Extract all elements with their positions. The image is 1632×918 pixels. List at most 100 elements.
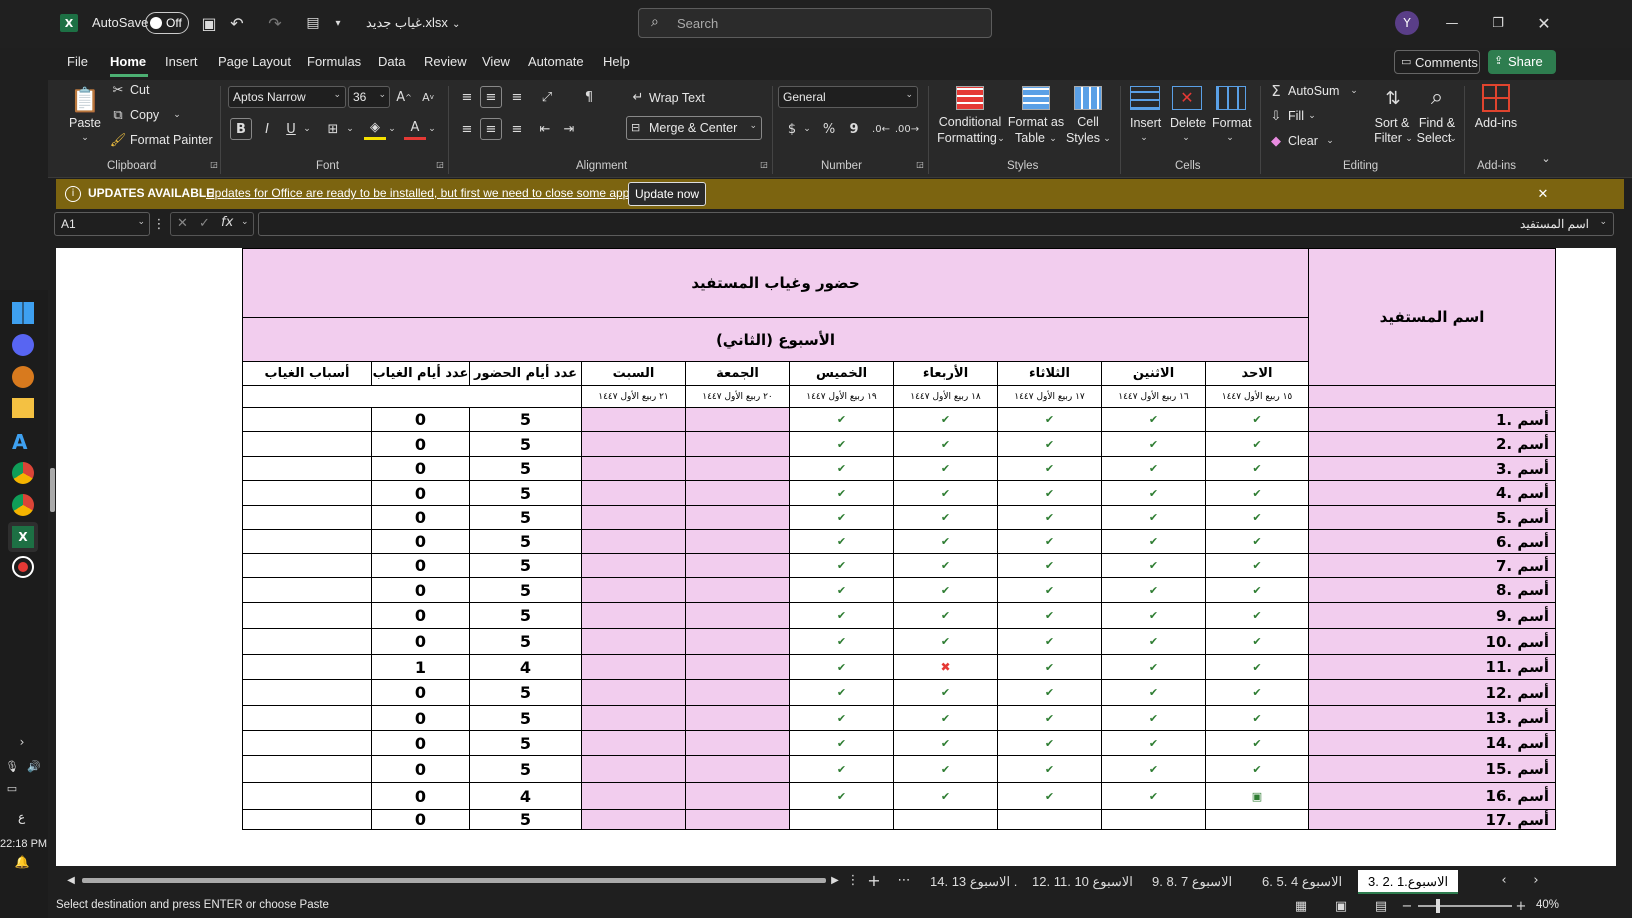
name-column-header[interactable]: اسم المستفيد (1308, 248, 1556, 386)
attendance-mark-cell[interactable]: ✔ (893, 755, 998, 783)
update-now-button[interactable]: Update now (628, 182, 706, 206)
attendance-mark-cell[interactable]: ✔ (893, 529, 998, 554)
record-icon[interactable] (12, 556, 34, 578)
friday-cell[interactable] (685, 577, 790, 603)
tab-scroll-left-icon[interactable]: ‹ (1496, 872, 1512, 888)
present-count-cell[interactable]: 5 (469, 407, 582, 432)
filename-dropdown[interactable]: غياب جديد.xlsx ⌄ (366, 15, 460, 31)
attendance-mark-cell[interactable]: ✔ (1101, 577, 1206, 603)
beneficiary-name-cell[interactable]: 13. أسم (1308, 705, 1556, 731)
attendance-mark-cell[interactable]: ✔ (1205, 480, 1309, 506)
autosave-toggle[interactable]: Off (145, 12, 189, 34)
beneficiary-name-cell[interactable]: 6. أسم (1308, 529, 1556, 554)
horizontal-scrollbar[interactable] (82, 878, 826, 883)
scroll-left-icon[interactable]: ◀ (64, 872, 78, 888)
date-blank-cell[interactable] (242, 385, 582, 408)
format-as-table-label-1[interactable]: Format as (1006, 115, 1066, 129)
attendance-mark-cell[interactable]: ✔ (893, 480, 998, 506)
absence-reason-cell[interactable] (242, 602, 372, 629)
format-as-table-icon[interactable] (1022, 86, 1050, 110)
friday-cell[interactable] (685, 679, 790, 706)
date-sunday[interactable]: ١٥ ربيع الأول ١٤٤٧ (1205, 385, 1309, 408)
scroll-thumb[interactable] (50, 468, 55, 512)
attendance-mark-cell[interactable]: ✔ (789, 577, 894, 603)
align-center-icon[interactable]: ≡ (480, 118, 502, 140)
beneficiary-name-cell[interactable]: 10. أسم (1308, 628, 1556, 655)
page-break-view-icon[interactable]: ▤ (1372, 898, 1390, 914)
find-select-icon[interactable]: ⌕ (1422, 82, 1452, 112)
saturday-cell[interactable] (581, 553, 686, 578)
saturday-cell[interactable] (581, 654, 686, 680)
absence-reason-cell[interactable] (242, 431, 372, 457)
absent-count-cell[interactable]: 0 (371, 755, 470, 783)
saturday-cell[interactable] (581, 782, 686, 810)
attendance-mark-cell[interactable]: ✔ (789, 730, 894, 756)
tab-data[interactable]: Data (378, 54, 405, 69)
attendance-mark-cell[interactable]: ✔ (1101, 407, 1206, 432)
normal-view-icon[interactable]: ▦ (1292, 898, 1310, 914)
attendance-mark-cell[interactable]: ✔ (789, 553, 894, 578)
zoom-out-icon[interactable]: − (1400, 898, 1414, 914)
percent-icon[interactable]: % (818, 118, 840, 140)
add-ins-icon[interactable] (1482, 84, 1510, 112)
absence-reason-cell[interactable] (242, 628, 372, 655)
sheet-title[interactable]: حضور وغياب المستفيد (242, 248, 1309, 318)
zoom-slider[interactable] (1418, 899, 1512, 913)
chevron-down-icon[interactable]: ⌄ (386, 122, 398, 136)
present-count-cell[interactable]: 4 (469, 654, 582, 680)
friday-cell[interactable] (685, 553, 790, 578)
tab-help[interactable]: Help (603, 54, 630, 69)
present-count-cell[interactable]: 5 (469, 553, 582, 578)
attendance-mark-cell[interactable]: ✔ (893, 602, 998, 629)
attendance-mark-cell[interactable]: ✔ (997, 480, 1102, 506)
attendance-mark-cell[interactable]: ✔ (1101, 755, 1206, 783)
sheet-tab-2[interactable]: الاسبوع 4 .5 .6 (1252, 870, 1352, 894)
attendance-mark-cell[interactable]: ✔ (997, 782, 1102, 810)
friday-cell[interactable] (685, 809, 790, 830)
friday-cell[interactable] (685, 431, 790, 457)
dialog-launcher-icon[interactable]: ◲ (914, 158, 926, 170)
saturday-cell[interactable] (581, 505, 686, 530)
present-count-cell[interactable]: 5 (469, 730, 582, 756)
absence-reason-cell[interactable] (242, 529, 372, 554)
attendance-mark-cell[interactable]: ✔ (997, 679, 1102, 706)
update-message-link[interactable]: Updates for Office are ready to be insta… (206, 186, 639, 200)
vertical-scrollbar[interactable] (48, 248, 56, 868)
attendance-mark-cell[interactable]: ✔ (997, 431, 1102, 457)
present-count-cell[interactable]: 5 (469, 755, 582, 783)
saturday-cell[interactable] (581, 431, 686, 457)
tab-scroll-right-icon[interactable]: › (1528, 872, 1544, 888)
friday-cell[interactable] (685, 480, 790, 506)
beneficiary-name-cell[interactable]: 2. أسم (1308, 431, 1556, 457)
attendance-mark-cell[interactable]: ✔ (997, 553, 1102, 578)
paste-icon[interactable]: 📋 (70, 84, 100, 116)
attendance-mark-cell[interactable]: ✔ (893, 553, 998, 578)
attendance-mark-cell[interactable]: ✔ (1101, 730, 1206, 756)
close-icon[interactable]: ✕ (1534, 185, 1552, 203)
attendance-mark-cell[interactable]: ✔ (1101, 529, 1206, 554)
dialog-launcher-icon[interactable]: ◲ (434, 158, 446, 170)
friday-cell[interactable] (685, 602, 790, 629)
chevron-down-icon[interactable]: ⌄ (1324, 134, 1336, 148)
absent-count-cell[interactable]: 0 (371, 505, 470, 530)
tab-formulas[interactable]: Formulas (307, 54, 361, 69)
orientation-icon[interactable]: ⤢ (536, 86, 558, 108)
tab-file[interactable]: File (67, 54, 88, 69)
enter-formula-icon[interactable]: ✓ (199, 216, 210, 231)
attendance-mark-cell[interactable]: ✔ (789, 529, 894, 554)
form-icon[interactable]: ▤ (302, 12, 324, 34)
font-color-icon[interactable]: A (404, 118, 426, 140)
absent-count-cell[interactable]: 0 (371, 628, 470, 655)
attendance-mark-cell[interactable]: ✔ (789, 407, 894, 432)
page-layout-view-icon[interactable]: ▣ (1332, 898, 1350, 914)
language-indicator[interactable]: ع (18, 810, 25, 824)
maximize-icon[interactable]: ❐ (1486, 12, 1510, 34)
absence-reason-cell[interactable] (242, 505, 372, 530)
date-thursday[interactable]: ١٩ ربيع الأول ١٤٤٧ (789, 385, 894, 408)
friday-cell[interactable] (685, 782, 790, 810)
date-saturday[interactable]: ٢١ ربيع الأول ١٤٤٧ (581, 385, 686, 408)
absence-reason-cell[interactable] (242, 755, 372, 783)
cell-styles-icon[interactable] (1074, 86, 1102, 110)
beneficiary-name-cell[interactable]: 9. أسم (1308, 602, 1556, 629)
absent-days-header[interactable]: عدد أيام الغياب (371, 361, 470, 386)
